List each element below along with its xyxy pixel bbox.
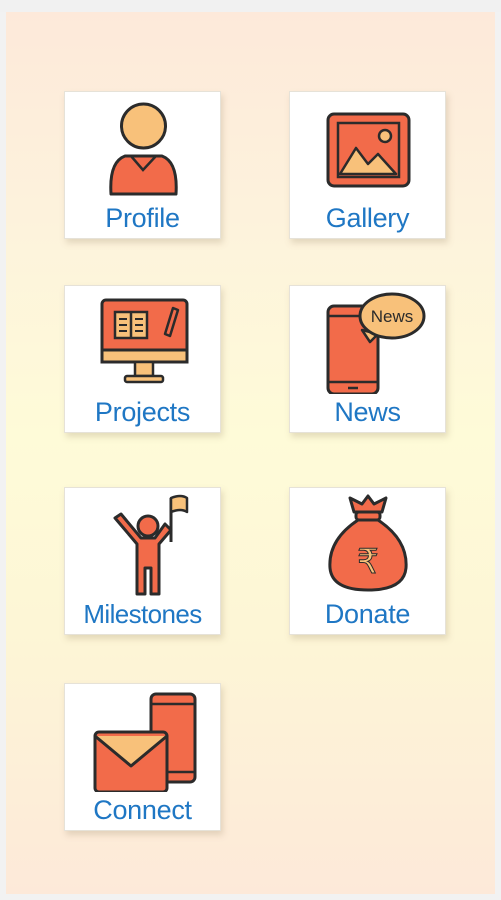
donate-label: Donate — [324, 599, 411, 629]
gallery-tile[interactable]: Gallery — [289, 91, 446, 239]
person-flag-icon — [113, 494, 189, 596]
status-bar — [0, 0, 501, 12]
news-tile[interactable]: News News — [289, 285, 446, 433]
monitor-book-icon — [100, 298, 189, 384]
connect-tile[interactable]: Connect — [64, 683, 221, 831]
connect-label: Connect — [93, 795, 192, 825]
donate-tile[interactable]: ₹ Donate — [289, 487, 446, 635]
news-badge-text: News — [371, 307, 414, 326]
rupee-bag-icon: ₹ — [328, 494, 408, 592]
projects-tile[interactable]: Projects — [64, 285, 221, 433]
rupee-symbol: ₹ — [357, 542, 379, 582]
news-label: News — [334, 397, 401, 427]
image-icon — [326, 112, 411, 188]
milestones-tile[interactable]: Milestones — [64, 487, 221, 635]
milestones-label: Milestones — [83, 599, 202, 629]
profile-label: Profile — [105, 203, 180, 233]
profile-tile[interactable]: Profile — [64, 91, 221, 239]
mail-phone-icon — [93, 692, 197, 792]
menu-screen: Profile Gallery Projects News News Miles… — [6, 12, 495, 894]
phone-news-icon: News — [326, 292, 426, 394]
person-icon — [109, 102, 178, 196]
gallery-label: Gallery — [325, 203, 410, 233]
projects-label: Projects — [94, 397, 191, 427]
